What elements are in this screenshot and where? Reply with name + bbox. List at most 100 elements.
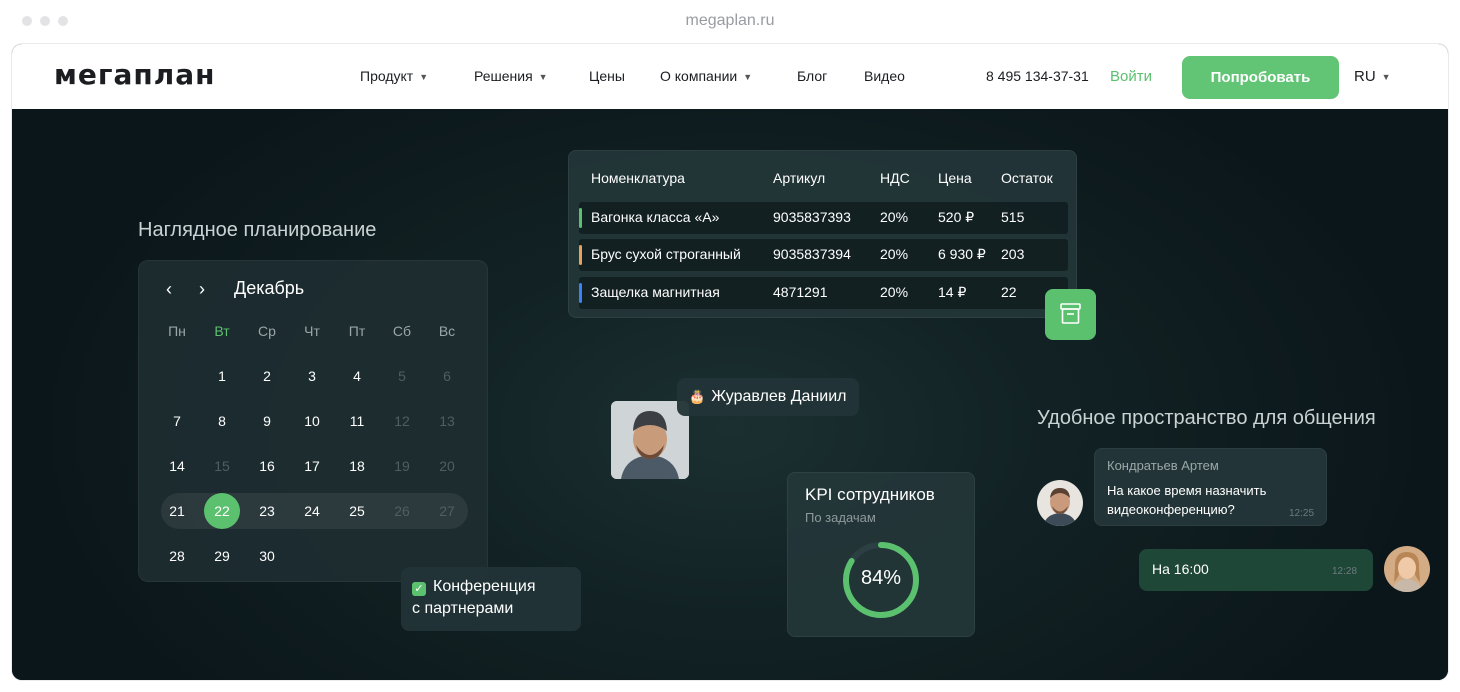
- calendar-day[interactable]: 11: [337, 413, 377, 429]
- chat-message: Кондратьев Артем На какое время назначит…: [1094, 448, 1327, 526]
- calendar-day[interactable]: 17: [292, 458, 332, 474]
- calendar-day[interactable]: 20: [427, 458, 467, 474]
- language-select[interactable]: RU ▼: [1354, 68, 1391, 85]
- archive-button[interactable]: [1045, 289, 1096, 340]
- calendar-day[interactable]: 22: [204, 493, 240, 529]
- kpi-title: KPI сотрудников: [805, 485, 935, 504]
- chat-heading: Удобное пространство для общения: [1037, 407, 1376, 429]
- weekday-label: Вт: [214, 323, 230, 339]
- calendar-day[interactable]: 9: [247, 413, 287, 429]
- menu-prices[interactable]: Цены: [589, 68, 625, 84]
- phone-link[interactable]: 8 495 134-37-31: [986, 68, 1089, 84]
- login-link[interactable]: Войти: [1110, 68, 1152, 85]
- calendar-day[interactable]: 26: [382, 503, 422, 519]
- row-color-marker: [579, 208, 582, 228]
- person-photo: [611, 401, 689, 479]
- avatar-artem: [1037, 480, 1083, 526]
- table-cell: Вагонка класса «А»: [591, 209, 720, 225]
- kpi-card: KPI сотрудников По задачам 84%: [787, 472, 975, 637]
- table-cell: 14 ₽: [938, 284, 967, 300]
- hero: Наглядное планирование ‹ › Декабрь Пн Вт С…: [12, 109, 1448, 680]
- calendar-day[interactable]: 3: [292, 368, 332, 384]
- message-author: Кондратьев Артем: [1107, 458, 1219, 473]
- lang-label: RU: [1354, 68, 1376, 85]
- calendar-day[interactable]: 10: [292, 413, 332, 429]
- table-cell: 9035837393: [773, 209, 851, 225]
- checkbox-icon[interactable]: ✓: [412, 582, 426, 596]
- calendar-day[interactable]: 27: [427, 503, 467, 519]
- menu-product[interactable]: Продукт ▼: [360, 68, 428, 84]
- row-color-marker: [579, 283, 582, 303]
- menu-solutions[interactable]: Решения ▼: [474, 68, 548, 84]
- table-cell: Брус сухой строганный: [591, 246, 741, 262]
- table-header: Цена: [938, 170, 972, 186]
- reply-text: На 16:00: [1152, 561, 1209, 577]
- avatar-woman: [1384, 546, 1430, 592]
- calendar-day[interactable]: 24: [292, 503, 332, 519]
- top-nav: мегаплан Продукт ▼ Решения ▼ Цены О компан…: [12, 44, 1448, 109]
- planning-heading: Наглядное планирование: [138, 219, 377, 241]
- cake-icon: 🎂: [689, 389, 706, 404]
- calendar-day[interactable]: 4: [337, 368, 377, 384]
- calendar-day[interactable]: 21: [157, 503, 197, 519]
- menu-about[interactable]: О компании ▼: [660, 68, 752, 84]
- calendar-day[interactable]: 5: [382, 368, 422, 384]
- address-bar[interactable]: megaplan.ru: [0, 12, 1460, 30]
- calendar-day[interactable]: 6: [427, 368, 467, 384]
- table-row[interactable]: Брус сухой строганный 9035837394 20% 6 930 …: [579, 239, 1068, 271]
- chevron-down-icon: ▼: [1381, 72, 1391, 82]
- table-header: Артикул: [773, 170, 826, 186]
- calendar-day[interactable]: 12: [382, 413, 422, 429]
- weekday-label: Пт: [348, 323, 366, 339]
- table-row[interactable]: Защелка магнитная 4871291 20% 14 ₽ 22: [579, 277, 1068, 309]
- calendar-day[interactable]: 29: [202, 548, 242, 564]
- calendar-day[interactable]: 14: [157, 458, 197, 474]
- table-row[interactable]: Вагонка класса «А» 9035837393 20% 520 ₽ 515: [579, 202, 1068, 234]
- table-header: НДС: [880, 170, 910, 186]
- menu-label: Цены: [589, 68, 625, 84]
- chevron-right-icon[interactable]: ›: [199, 279, 205, 300]
- table-cell: 515: [1001, 209, 1025, 225]
- person-avatar-icon: [611, 401, 689, 479]
- row-color-marker: [579, 245, 582, 265]
- calendar-day[interactable]: 7: [157, 413, 197, 429]
- table-cell: 20%: [880, 246, 909, 262]
- table-cell: 20%: [880, 284, 909, 300]
- calendar-card: ‹ › Декабрь Пн Вт Ср Чт Пт Сб Вс 1 2 3 4 5 6 7 8 9 10 11 1…: [138, 260, 488, 582]
- menu-blog[interactable]: Блог: [797, 68, 827, 84]
- calendar-month: Декабрь: [234, 278, 305, 298]
- message-time: 12:25: [1289, 508, 1315, 519]
- calendar-day[interactable]: 18: [337, 458, 377, 474]
- menu-video[interactable]: Видео: [864, 68, 905, 84]
- calendar-day[interactable]: 23: [247, 503, 287, 519]
- table-cell: 22: [1001, 284, 1017, 300]
- message-text: На какое время назначить видеоконференци…: [1107, 483, 1267, 517]
- calendar-day[interactable]: 16: [247, 458, 287, 474]
- calendar-day[interactable]: 19: [382, 458, 422, 474]
- calendar-day[interactable]: 13: [427, 413, 467, 429]
- calendar-day[interactable]: 30: [247, 548, 287, 564]
- table-cell: 9035837394: [773, 246, 851, 262]
- weekday-label: Вс: [438, 323, 456, 339]
- menu-label: Решения: [474, 68, 533, 84]
- calendar-day[interactable]: 2: [247, 368, 287, 384]
- calendar-day[interactable]: 25: [337, 503, 377, 519]
- menu-label: Блог: [797, 68, 828, 84]
- calendar-day[interactable]: 28: [157, 548, 197, 564]
- chevron-down-icon: ▼: [743, 72, 753, 82]
- table-cell: 4871291: [773, 284, 828, 300]
- kpi-subtitle: По задачам: [805, 510, 876, 525]
- archive-icon: [1060, 303, 1081, 324]
- reply-time: 12:28: [1332, 566, 1358, 577]
- calendar-day[interactable]: 1: [202, 368, 242, 384]
- event-title: Конференция с партнерами: [412, 578, 536, 617]
- logo[interactable]: мегаплан: [54, 58, 216, 91]
- calendar-day[interactable]: 8: [202, 413, 242, 429]
- menu-label: Видео: [864, 68, 905, 84]
- try-button[interactable]: Попробовать: [1182, 56, 1339, 99]
- calendar-day[interactable]: 15: [202, 458, 242, 474]
- chevron-left-icon[interactable]: ‹: [166, 279, 172, 300]
- table-cell: 20%: [880, 209, 909, 225]
- event-card[interactable]: ✓ Конференция с партнерами: [401, 567, 581, 631]
- menu-label: О компании: [660, 68, 738, 84]
